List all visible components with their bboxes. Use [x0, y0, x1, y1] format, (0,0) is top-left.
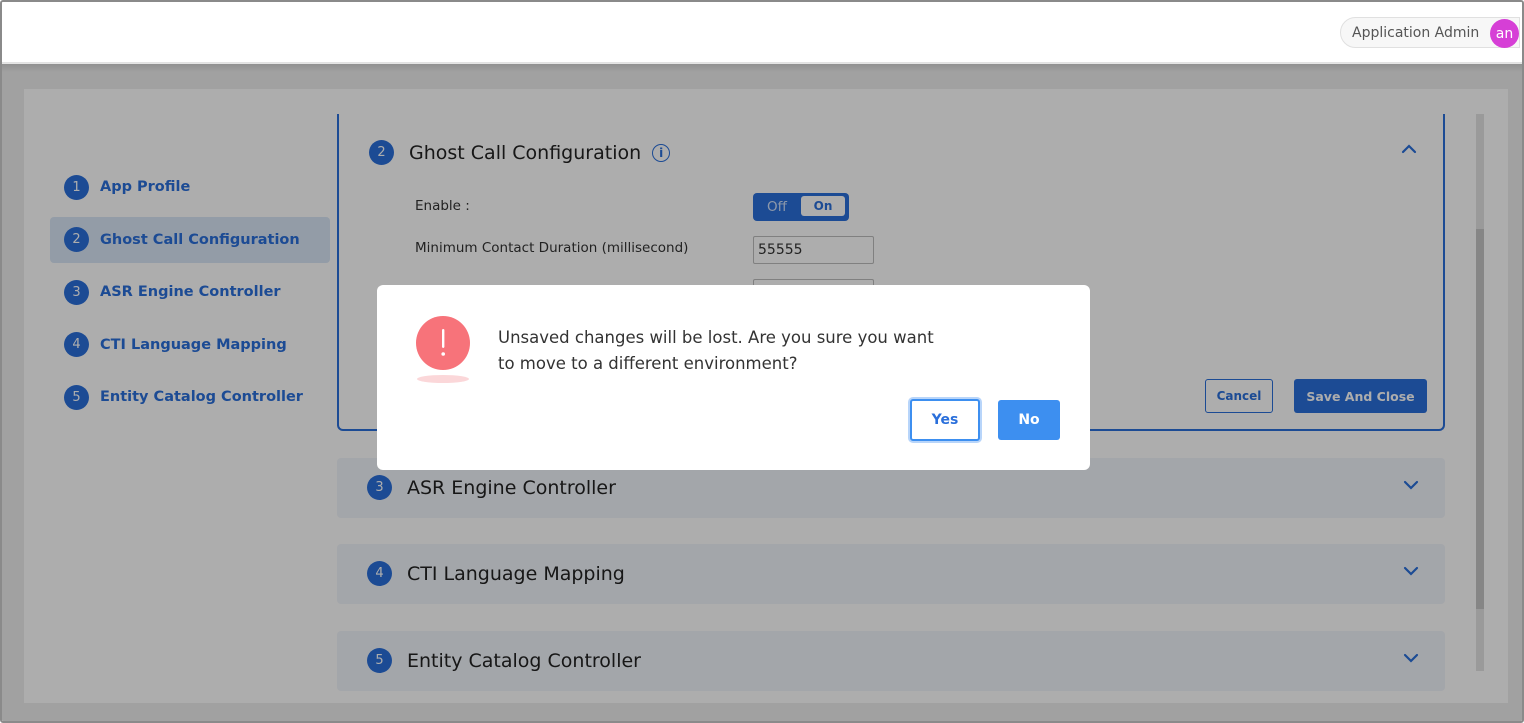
app-window: Application Admin an 1 App Profile 2 Gho… — [0, 0, 1524, 723]
yes-button[interactable]: Yes — [910, 399, 980, 441]
dialog-message-line-2: to move to a different environment? — [498, 354, 798, 373]
user-menu[interactable]: Application Admin an — [1340, 17, 1520, 48]
top-bar: Application Admin an — [2, 2, 1522, 64]
exclamation-icon — [416, 316, 470, 370]
user-name: Application Admin — [1352, 24, 1480, 41]
confirm-dialog: Unsaved changes will be lost. Are you su… — [377, 285, 1090, 470]
overlay-shadow — [2, 62, 1522, 72]
icon-shadow — [417, 375, 469, 383]
no-button[interactable]: No — [998, 400, 1060, 440]
dialog-message-line-1: Unsaved changes will be lost. Are you su… — [498, 328, 934, 347]
dialog-message: Unsaved changes will be lost. Are you su… — [498, 325, 938, 377]
avatar[interactable]: an — [1490, 19, 1519, 48]
